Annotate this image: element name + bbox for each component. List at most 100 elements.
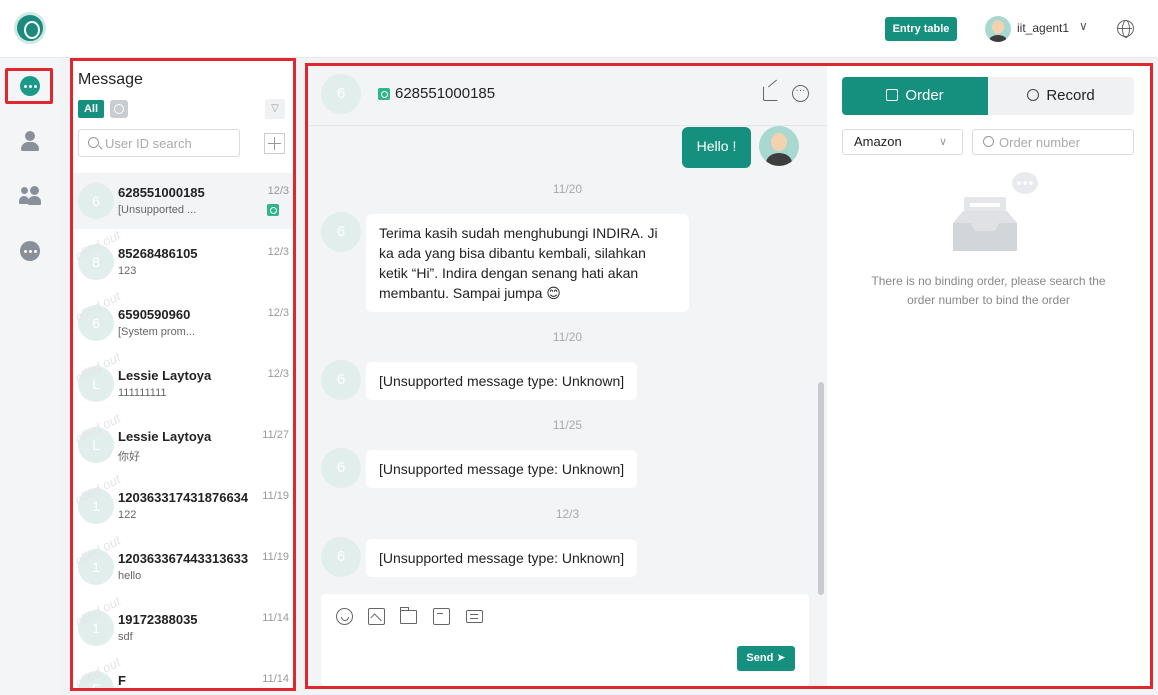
conversation-time: 12/3 <box>267 368 289 380</box>
conversation-name: Lessie Laytoya <box>118 429 212 444</box>
message-thread: Hello ! 11/20 6 Terima kasih sudah mengh… <box>308 126 827 588</box>
incoming-message: [Unsupported message type: Unknown] <box>366 539 638 577</box>
conversation-time: 11/19 <box>262 490 289 502</box>
quick-reply-icon[interactable] <box>466 610 483 623</box>
message-panel: Message All ▽ 6 628551000185 [Unsupporte… <box>70 58 296 691</box>
conversation-preview: sdf <box>118 631 133 643</box>
conversation-time: 12/3 <box>267 185 289 197</box>
empty-state-text: There is no binding order, please search… <box>871 274 1106 307</box>
date-divider: 11/20 <box>552 330 583 344</box>
chevron-down-icon[interactable]: ∨ <box>1079 19 1088 33</box>
date-divider: 11/25 <box>552 418 583 432</box>
user-id-search[interactable] <box>78 129 240 157</box>
conversation-name: 120363317431876634 <box>118 490 249 505</box>
conversation-name: 6590590960 <box>118 307 191 322</box>
more-bubble-icon <box>20 241 40 261</box>
more-options-icon[interactable]: ··· <box>792 85 809 102</box>
conversation-item[interactable]: 1 olled out 19172388035 sdf 11/14 <box>73 593 293 656</box>
search-icon <box>88 137 99 148</box>
conversation-preview: 111111111 <box>118 387 167 399</box>
person-icon <box>20 131 40 151</box>
conversation-name: F <box>118 673 126 688</box>
conversation-time: 12/3 <box>267 246 289 258</box>
whatsapp-icon <box>267 204 279 216</box>
agent-avatar <box>759 126 799 166</box>
incoming-message: Terima kasih sudah menghubungi INDIRA. J… <box>366 214 689 312</box>
order-number-search[interactable] <box>972 129 1134 155</box>
conversation-item[interactable]: L olled out Lessie Laytoya 你好 11/27 <box>73 410 293 473</box>
filter-dropdown-icon[interactable]: ▽ <box>265 99 285 119</box>
nav-more[interactable] <box>14 235 46 267</box>
conversation-time: 11/19 <box>262 551 289 563</box>
username[interactable]: iit_agent1 <box>1017 21 1069 35</box>
conversation-time: 11/27 <box>262 429 289 441</box>
conversation-preview: [Unsupported ... <box>118 204 197 216</box>
conversation-item[interactable]: L olled out Lessie Laytoya 111111111 12/… <box>73 349 293 412</box>
emoji-icon[interactable] <box>336 608 353 625</box>
nav-messages[interactable] <box>14 70 46 102</box>
folder-icon[interactable] <box>400 607 417 624</box>
incoming-message: [Unsupported message type: Unknown] <box>366 450 638 488</box>
add-conversation-button[interactable] <box>264 133 285 154</box>
top-bar: Entry table iit_agent1 ∨ <box>0 0 1158 58</box>
send-button[interactable]: Send ➤ <box>737 646 795 671</box>
app-logo <box>14 12 46 44</box>
chat-scrollbar[interactable] <box>818 382 824 595</box>
search-input[interactable] <box>105 135 235 151</box>
conversation-preview: hello <box>118 570 142 582</box>
outgoing-message: Hello ! <box>682 127 751 168</box>
chat-header: 6 628551000185 ··· <box>308 66 827 126</box>
date-divider: 12/3 <box>555 507 580 521</box>
conversation-item[interactable]: 1 olled out 120363367443313633 hello 11/… <box>73 532 293 595</box>
image-icon[interactable] <box>368 608 385 625</box>
conversation-preview: 122 <box>118 509 137 521</box>
tab-record-label: Record <box>1046 87 1095 104</box>
group-icon <box>19 186 41 206</box>
conversation-name: 628551000185 <box>118 185 205 200</box>
order-side-panel: Order Record Amazon ∨ There is no bindin… <box>827 66 1150 686</box>
contact-avatar: 6 <box>321 448 361 488</box>
conversation-preview: [System prom... <box>118 326 196 338</box>
nav-rail <box>0 58 60 695</box>
order-icon <box>886 88 899 101</box>
date-divider: 11/20 <box>552 182 583 196</box>
conversation-preview: 你好 <box>118 451 140 463</box>
filter-all-button[interactable]: All <box>78 100 104 118</box>
conversation-name: Lessie Laytoya <box>118 368 212 383</box>
contact-avatar: 6 <box>321 537 361 577</box>
message-composer[interactable]: Send ➤ <box>321 594 809 686</box>
conversation-preview: 123 <box>118 265 137 277</box>
user-avatar[interactable] <box>985 16 1011 42</box>
search-icon <box>983 136 994 147</box>
contact-avatar: 6 <box>321 360 361 400</box>
platform-select[interactable]: Amazon ∨ <box>842 129 963 155</box>
entry-table-button[interactable]: Entry table <box>885 17 957 41</box>
template-icon[interactable] <box>433 608 450 625</box>
share-icon[interactable] <box>763 86 778 101</box>
whatsapp-filter-icon[interactable] <box>110 100 128 118</box>
globe-icon[interactable] <box>1117 20 1134 38</box>
conversation-item[interactable]: F olled out F 11/14 <box>73 654 293 688</box>
chat-area: 6 628551000185 ··· Hello ! 11/20 6 Terim… <box>308 66 827 686</box>
contact-avatar: 6 <box>321 74 361 114</box>
platform-value: Amazon <box>854 134 902 149</box>
chat-panel: 6 628551000185 ··· Hello ! 11/20 6 Terim… <box>305 63 1153 689</box>
contact-name: 628551000185 <box>395 85 496 102</box>
conversation-time: 11/14 <box>262 612 289 624</box>
conversation-item[interactable]: 1 olled out 120363317431876634 122 11/19 <box>73 471 293 534</box>
nav-contacts[interactable] <box>14 125 46 157</box>
conversation-name: 85268486105 <box>118 246 198 261</box>
tab-order[interactable]: Order <box>842 77 988 115</box>
clock-icon <box>1027 88 1040 101</box>
conversation-name: 19172388035 <box>118 612 198 627</box>
conversation-time: 11/14 <box>262 673 289 685</box>
conversation-item[interactable]: 6 628551000185 [Unsupported ... 12/3 <box>73 173 293 229</box>
tab-record[interactable]: Record <box>988 77 1134 115</box>
incoming-message: [Unsupported message type: Unknown] <box>366 362 638 400</box>
conversation-time: 12/3 <box>267 307 289 319</box>
order-number-input[interactable] <box>999 134 1129 150</box>
whatsapp-icon <box>378 88 390 100</box>
conversation-item[interactable]: 8 olled out 85268486105 123 12/3 <box>73 227 293 290</box>
nav-groups[interactable] <box>14 180 46 212</box>
conversation-item[interactable]: 6 olled out 6590590960 [System prom... 1… <box>73 288 293 351</box>
